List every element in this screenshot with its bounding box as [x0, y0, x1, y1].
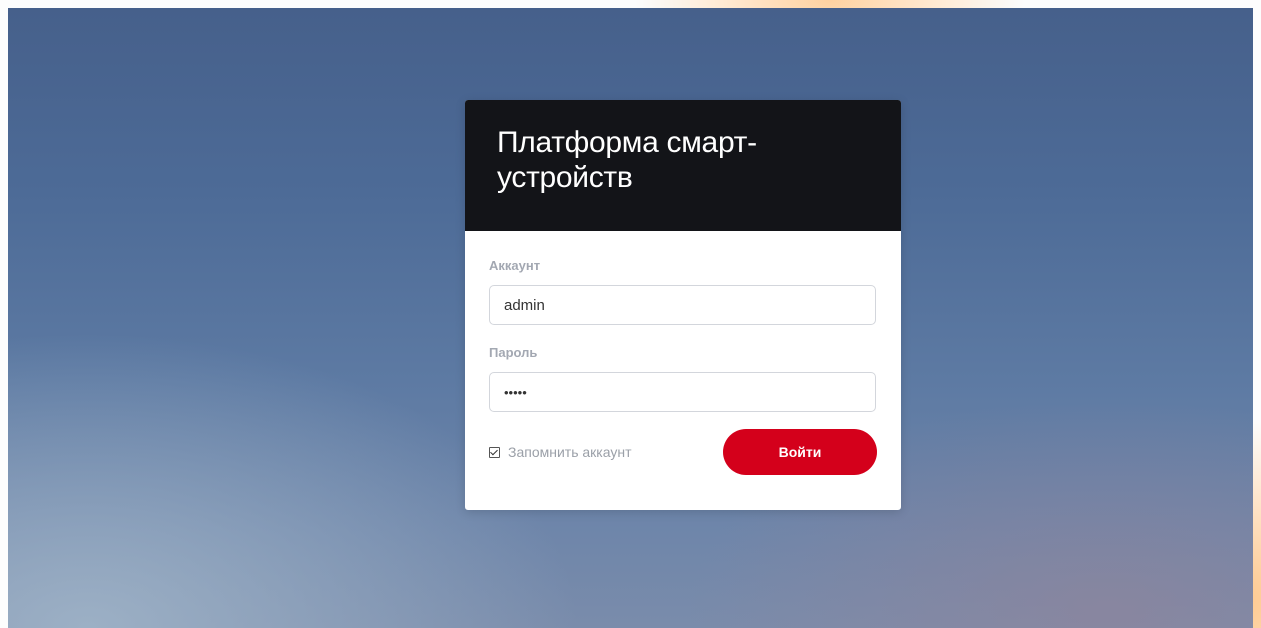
login-header: Платформа смарт-устройств [465, 100, 901, 231]
login-card: Платформа смарт-устройств Аккаунт Пароль… [465, 100, 901, 510]
screen-frame: Платформа смарт-устройств Аккаунт Пароль… [0, 0, 1261, 628]
platform-title: Платформа смарт-устройств [497, 126, 757, 194]
account-input[interactable] [489, 285, 876, 325]
remember-account-label: Запомнить аккаунт [508, 444, 632, 460]
remember-account-toggle[interactable]: Запомнить аккаунт [489, 444, 632, 460]
password-label: Пароль [489, 345, 538, 360]
password-input[interactable] [489, 372, 876, 412]
remember-checkbox[interactable] [489, 446, 500, 458]
account-label: Аккаунт [489, 258, 541, 273]
login-actions: Запомнить аккаунт Войти [489, 429, 877, 477]
login-form: Аккаунт Пароль Запомнить аккаунт Войти [465, 231, 901, 477]
login-background: Платформа смарт-устройств Аккаунт Пароль… [8, 8, 1253, 628]
login-button[interactable]: Войти [723, 429, 877, 475]
